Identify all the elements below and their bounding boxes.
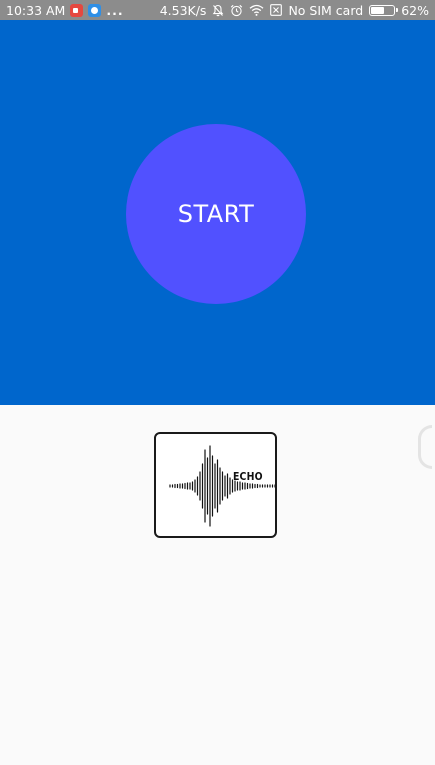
clock: 10:33 AM	[6, 2, 66, 18]
wifi-icon	[249, 4, 264, 16]
content-area: ECHO	[0, 405, 435, 765]
battery-level-fill	[371, 6, 385, 14]
sound-waveform-icon	[169, 445, 275, 527]
sim-status: No SIM card	[288, 2, 364, 18]
network-speed: 4.53K/s	[159, 2, 207, 18]
logo-text: ECHO	[233, 470, 263, 483]
more-notifications-indicator: ...	[106, 2, 124, 18]
status-bar: 10:33 AM ... 4.53K/s No SIM card 62%	[0, 0, 435, 20]
video-app-icon	[70, 3, 84, 17]
messenger-app-icon	[88, 3, 102, 17]
status-bar-right: 4.53K/s No SIM card 62%	[160, 3, 429, 18]
no-sim-icon	[270, 4, 283, 16]
edge-swipe-handle	[418, 425, 432, 469]
battery-percent: 62%	[401, 2, 429, 18]
mute-bell-icon	[212, 4, 224, 17]
alarm-icon	[230, 4, 243, 17]
start-button[interactable]: START	[126, 124, 306, 304]
status-bar-left: 10:33 AM ...	[6, 3, 124, 18]
hero-panel: START	[0, 20, 435, 405]
echo-logo: ECHO	[154, 432, 277, 538]
battery-icon	[369, 4, 399, 16]
